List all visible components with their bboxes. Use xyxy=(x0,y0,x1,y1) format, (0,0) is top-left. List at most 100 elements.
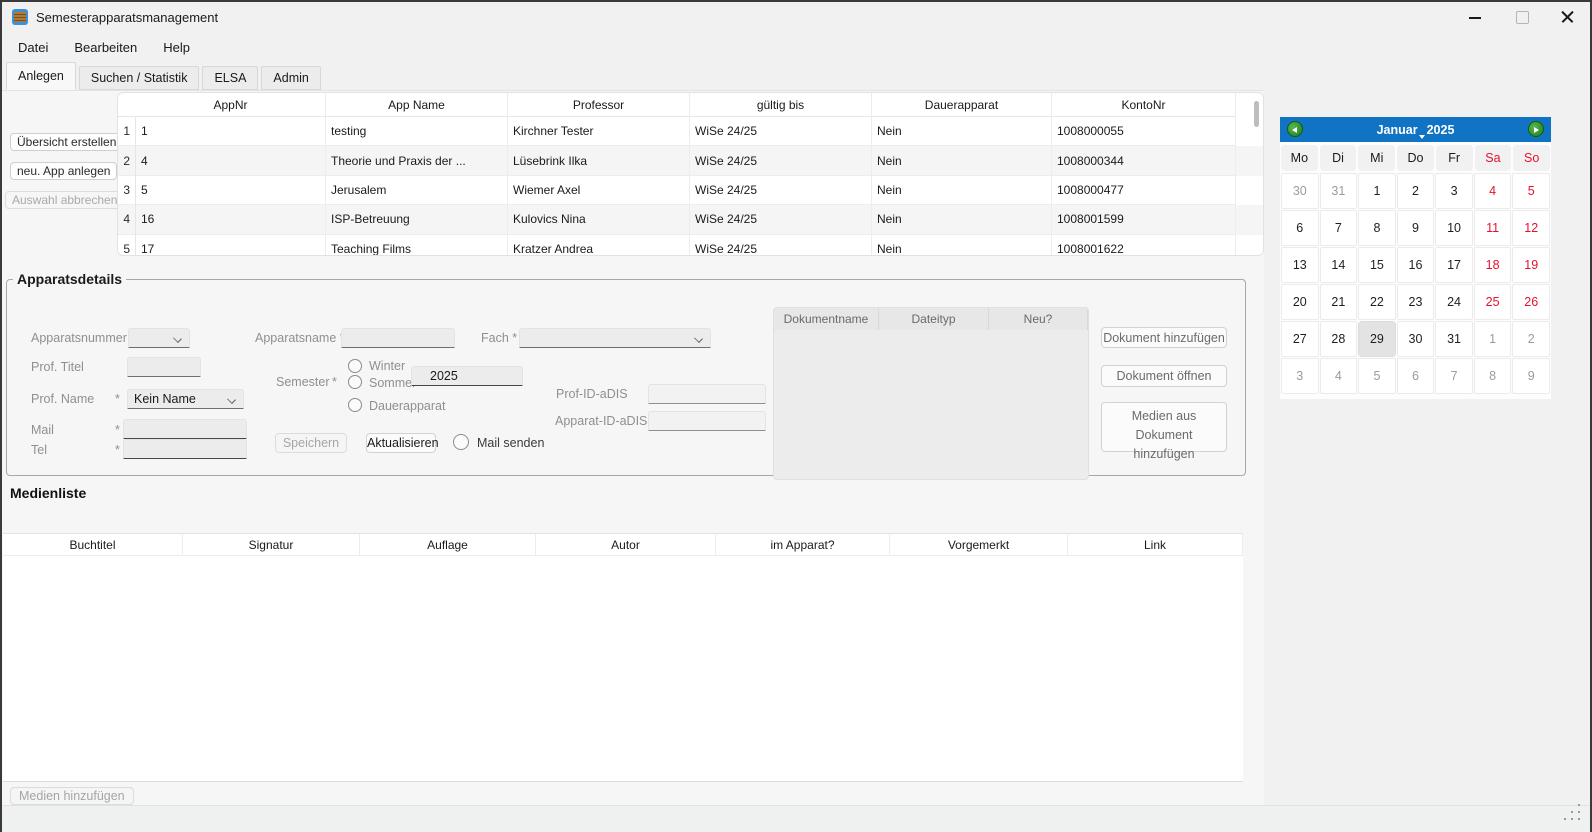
dauerapparat-radio[interactable] xyxy=(348,398,362,412)
sommer-radio[interactable] xyxy=(348,375,362,389)
calendar-day[interactable]: 19 xyxy=(1512,247,1550,283)
calendar-day[interactable]: 7 xyxy=(1435,358,1473,394)
calendar-day[interactable]: 23 xyxy=(1397,284,1435,320)
calendar-day[interactable]: 26 xyxy=(1512,284,1550,320)
calendar-day[interactable]: 3 xyxy=(1435,173,1473,209)
tab-suchen-statistik[interactable]: Suchen / Statistik xyxy=(79,66,200,90)
calendar-day[interactable]: 12 xyxy=(1512,210,1550,246)
calendar-day[interactable]: 6 xyxy=(1281,210,1319,246)
calendar-day[interactable]: 31 xyxy=(1435,321,1473,357)
doc-column-dateityp[interactable]: Dateityp xyxy=(879,308,989,330)
column-header-dauerapparat[interactable]: Dauerapparat xyxy=(872,93,1052,117)
medien-hinzufuegen-button[interactable]: Medien hinzufügen xyxy=(10,787,134,805)
medien-column-auflage[interactable]: Auflage xyxy=(360,534,536,555)
calendar-day[interactable]: 1 xyxy=(1474,321,1512,357)
calendar-day[interactable]: 30 xyxy=(1397,321,1435,357)
calendar-day[interactable]: 11 xyxy=(1474,210,1512,246)
mail-senden-checkbox[interactable] xyxy=(453,434,469,450)
aktualisieren-button[interactable]: Aktualisieren xyxy=(366,433,436,453)
tab-anlegen[interactable]: Anlegen xyxy=(6,62,76,90)
menu-item-datei[interactable]: Datei xyxy=(18,40,48,55)
calendar-day[interactable]: 1 xyxy=(1358,173,1396,209)
calendar-day[interactable]: 27 xyxy=(1281,321,1319,357)
calendar-day[interactable]: 6 xyxy=(1397,358,1435,394)
maximize-icon[interactable] xyxy=(1498,2,1544,32)
calendar-day[interactable]: 4 xyxy=(1320,358,1358,394)
speichern-button[interactable]: Speichern xyxy=(275,433,347,453)
apparatsnummer-dropdown[interactable] xyxy=(128,328,190,348)
calendar-prev-icon[interactable] xyxy=(1287,121,1303,137)
doc-column-neu?[interactable]: Neu? xyxy=(989,308,1088,330)
doc-column-dokumentname[interactable]: Dokumentname xyxy=(774,308,879,330)
calendar-day[interactable]: 9 xyxy=(1397,210,1435,246)
minimize-icon[interactable] xyxy=(1452,2,1498,32)
table-row[interactable]: 11testingKirchner TesterWiSe 24/25Nein10… xyxy=(118,117,1263,146)
menu-item-bearbeiten[interactable]: Bearbeiten xyxy=(74,40,137,55)
resize-grip[interactable] xyxy=(1564,804,1567,807)
prof-id-adis-input[interactable] xyxy=(648,384,766,404)
calendar-day[interactable]: 21 xyxy=(1320,284,1358,320)
calendar-day[interactable]: 18 xyxy=(1474,247,1512,283)
calendar-day[interactable]: 28 xyxy=(1320,321,1358,357)
calendar-day[interactable]: 31 xyxy=(1320,173,1358,209)
column-header-app-name[interactable]: App Name xyxy=(326,93,508,117)
calendar-day[interactable]: 15 xyxy=(1358,247,1396,283)
calendar-day[interactable]: 3 xyxy=(1281,358,1319,394)
vertical-scrollbar[interactable] xyxy=(1254,101,1259,127)
button-dokument-öffnen[interactable]: Dokument öffnen xyxy=(1101,365,1227,387)
calendar-day[interactable]: 2 xyxy=(1512,321,1550,357)
mail-input[interactable] xyxy=(123,419,247,439)
calendar-day[interactable]: 2 xyxy=(1397,173,1435,209)
calendar-day[interactable]: 20 xyxy=(1281,284,1319,320)
tel-input[interactable] xyxy=(123,439,247,459)
medien-column-autor[interactable]: Autor xyxy=(536,534,716,555)
calendar-day[interactable]: 24 xyxy=(1435,284,1473,320)
calendar-day-selected[interactable]: 29 xyxy=(1358,321,1396,357)
calendar-day[interactable]: 5 xyxy=(1358,358,1396,394)
table-row[interactable]: 517Teaching FilmsKratzer AndreaWiSe 24/2… xyxy=(118,235,1263,256)
calendar-day[interactable]: 30 xyxy=(1281,173,1319,209)
fach-dropdown[interactable] xyxy=(519,328,711,348)
medien-column-im-apparat?[interactable]: im Apparat? xyxy=(716,534,890,555)
medien-column-link[interactable]: Link xyxy=(1068,534,1243,555)
column-header-kontonr[interactable]: KontoNr xyxy=(1052,93,1236,117)
calendar-day[interactable]: 10 xyxy=(1435,210,1473,246)
calendar-month[interactable]: Januar xyxy=(1377,123,1418,137)
calendar-day[interactable]: 17 xyxy=(1435,247,1473,283)
menu-item-help[interactable]: Help xyxy=(163,40,190,55)
calendar-day[interactable]: 22 xyxy=(1358,284,1396,320)
sidebar-button-übersicht-erstellen[interactable]: Übersicht erstellen xyxy=(10,133,123,151)
apparatsname-input[interactable] xyxy=(341,328,455,348)
calendar-day[interactable]: 8 xyxy=(1474,358,1512,394)
medien-column-signatur[interactable]: Signatur xyxy=(183,534,360,555)
calendar-day[interactable]: 13 xyxy=(1281,247,1319,283)
close-icon[interactable] xyxy=(1544,2,1590,32)
calendar-day[interactable]: 8 xyxy=(1358,210,1396,246)
button-medien-aus-dokument-hinzufügen[interactable]: Medien aus Dokument hinzufügen xyxy=(1101,402,1227,452)
winter-radio[interactable] xyxy=(348,359,362,373)
tab-admin[interactable]: Admin xyxy=(261,66,320,90)
button-dokument-hinzufügen[interactable]: Dokument hinzufügen xyxy=(1101,327,1227,348)
calendar-day[interactable]: 4 xyxy=(1474,173,1512,209)
medien-column-buchtitel[interactable]: Buchtitel xyxy=(3,534,183,555)
medien-column-vorgemerkt[interactable]: Vorgemerkt xyxy=(890,534,1068,555)
calendar-day[interactable]: 5 xyxy=(1512,173,1550,209)
jahr-input[interactable] xyxy=(411,366,523,386)
prof-titel-input[interactable] xyxy=(127,357,201,377)
table-row[interactable]: 416ISP-BetreuungKulovics NinaWiSe 24/25N… xyxy=(118,205,1263,234)
column-header-professor[interactable]: Professor xyxy=(508,93,690,117)
calendar-next-icon[interactable] xyxy=(1528,121,1544,137)
calendar-day[interactable]: 14 xyxy=(1320,247,1358,283)
calendar-day[interactable]: 16 xyxy=(1397,247,1435,283)
calendar-day[interactable]: 25 xyxy=(1474,284,1512,320)
column-header-gültig-bis[interactable]: gültig bis xyxy=(690,93,872,117)
column-header-appnr[interactable]: AppNr xyxy=(136,93,326,117)
calendar-day[interactable]: 9 xyxy=(1512,358,1550,394)
prof-name-dropdown[interactable]: Kein Name xyxy=(127,389,244,409)
sidebar-button-auswahl-abbrechen[interactable]: Auswahl abbrechen xyxy=(5,191,124,209)
table-row[interactable]: 24Theorie und Praxis der ...Lüsebrink Il… xyxy=(118,146,1263,175)
sidebar-button-neu-app-anlegen[interactable]: neu. App anlegen xyxy=(10,162,117,180)
apparat-id-adis-input[interactable] xyxy=(648,411,766,431)
table-row[interactable]: 35JerusalemWiemer AxelWiSe 24/25Nein1008… xyxy=(118,176,1263,205)
tab-elsa[interactable]: ELSA xyxy=(202,66,258,90)
